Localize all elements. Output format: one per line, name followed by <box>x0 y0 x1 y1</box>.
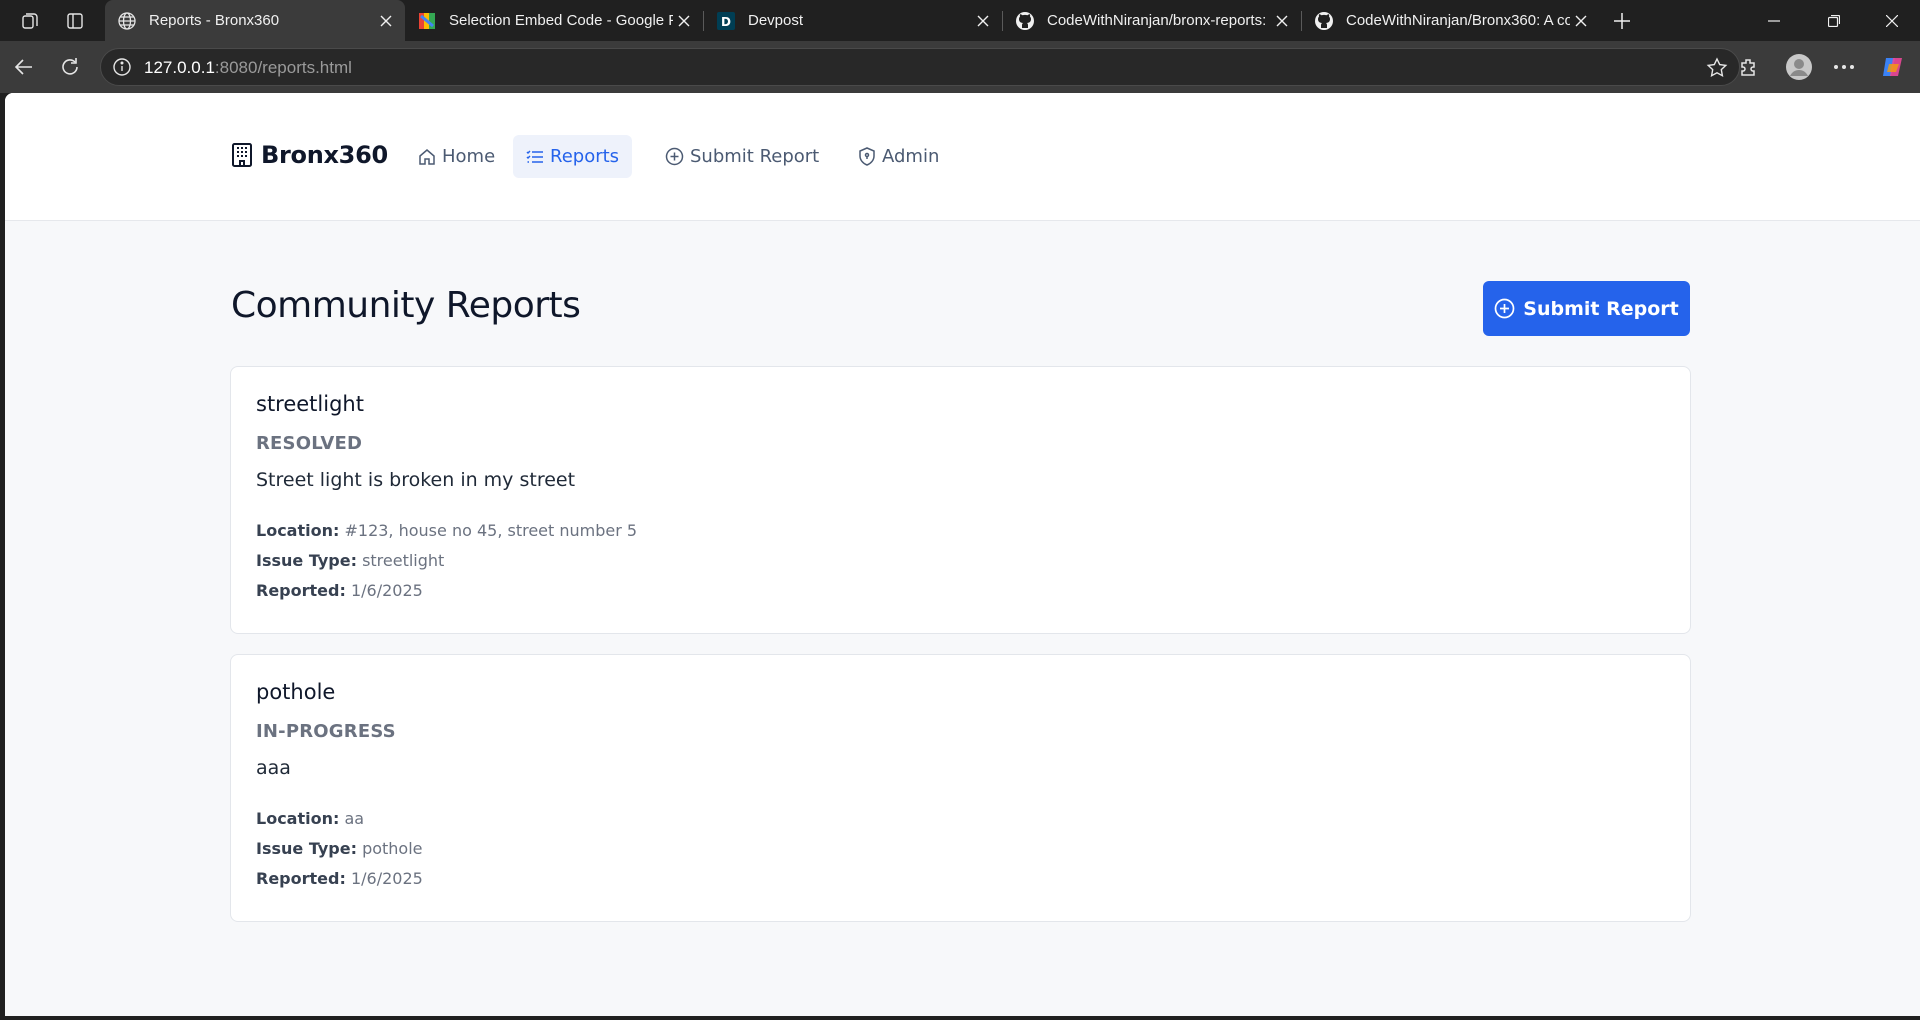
google-icon <box>417 11 437 31</box>
tab-title: CodeWithNiranjan/Bronx360: A co <box>1346 12 1570 29</box>
devpost-icon: D <box>716 11 736 31</box>
reported-value: 1/6/2025 <box>350 581 423 600</box>
favorite-star-icon[interactable] <box>1705 56 1729 80</box>
site-navbar: Bronx360 Home Reports Submit Report Admi… <box>5 93 1920 221</box>
plus-circle-icon <box>1494 298 1515 319</box>
restore-icon[interactable] <box>1806 0 1862 41</box>
svg-text:D: D <box>721 15 731 29</box>
close-window-icon[interactable] <box>1864 0 1920 41</box>
report-location: Location: #123, house no 45, street numb… <box>256 521 637 540</box>
issue-type-label: Issue Type: <box>256 839 357 858</box>
nav-admin[interactable]: Admin <box>845 135 952 178</box>
home-icon <box>419 148 435 165</box>
close-icon[interactable] <box>1570 10 1592 32</box>
back-icon[interactable] <box>8 51 40 83</box>
url-host: 127.0.0.1 <box>144 58 215 77</box>
status-badge: RESOLVED <box>256 433 363 454</box>
tab-github-bronx360[interactable]: CodeWithNiranjan/Bronx360: A co <box>1302 0 1600 41</box>
issue-type-value: pothole <box>362 839 423 858</box>
workspaces-icon[interactable] <box>17 8 43 34</box>
nav-submit-report-label: Submit Report <box>690 146 820 167</box>
refresh-icon[interactable] <box>54 51 86 83</box>
brand-logo[interactable]: Bronx360 <box>231 141 388 169</box>
tab-devpost[interactable]: D Devpost <box>704 0 1002 41</box>
address-bar[interactable]: 127.0.0.1:8080/reports.html <box>100 48 1740 86</box>
nav-reports-label: Reports <box>550 146 620 167</box>
more-icon[interactable] <box>1828 51 1860 83</box>
page-viewport: Bronx360 Home Reports Submit Report Admi… <box>5 93 1920 1016</box>
github-icon <box>1015 11 1035 31</box>
url-text: 127.0.0.1:8080/reports.html <box>144 58 352 78</box>
tab-title: Selection Embed Code - Google F <box>449 12 673 29</box>
report-title: pothole <box>256 680 336 704</box>
report-card: pothole IN-PROGRESS aaa Location: aa Iss… <box>230 654 1691 922</box>
reported-value: 1/6/2025 <box>350 869 423 888</box>
location-value: aa <box>344 809 365 828</box>
new-tab-icon[interactable] <box>1609 8 1635 34</box>
report-date: Reported: 1/6/2025 <box>256 869 423 888</box>
building-icon <box>231 142 253 168</box>
plus-circle-icon <box>665 147 684 166</box>
location-label: Location: <box>256 521 340 540</box>
nav-submit-report[interactable]: Submit Report <box>652 135 832 178</box>
report-description: Street light is broken in my street <box>256 469 576 491</box>
report-issue-type: Issue Type: streetlight <box>256 551 444 570</box>
issue-type-value: streetlight <box>362 551 445 570</box>
report-date: Reported: 1/6/2025 <box>256 581 423 600</box>
tab-title: CodeWithNiranjan/bronx-reports: <box>1047 12 1267 29</box>
list-icon <box>526 149 543 163</box>
nav-reports[interactable]: Reports <box>513 135 633 178</box>
location-value: #123, house no 45, street number 5 <box>344 521 638 540</box>
globe-icon <box>117 11 137 31</box>
report-title: streetlight <box>256 392 364 416</box>
vertical-tabs-icon[interactable] <box>62 8 88 34</box>
close-icon[interactable] <box>1271 10 1293 32</box>
tab-google-forms[interactable]: Selection Embed Code - Google F <box>405 0 703 41</box>
reported-label: Reported: <box>256 581 346 600</box>
status-badge: IN-PROGRESS <box>256 721 396 742</box>
report-card: streetlight RESOLVED Street light is bro… <box>230 366 1691 634</box>
tab-reports[interactable]: Reports - Bronx360 <box>105 0 405 41</box>
nav-home-label: Home <box>442 146 496 167</box>
profile-avatar[interactable] <box>1783 51 1815 83</box>
tab-title: Devpost <box>748 12 804 29</box>
tab-title: Reports - Bronx360 <box>149 12 280 29</box>
site-info-icon[interactable] <box>112 57 132 77</box>
tab-github-bronx-reports[interactable]: CodeWithNiranjan/bronx-reports: <box>1003 0 1301 41</box>
nav-admin-label: Admin <box>882 146 940 167</box>
submit-report-label: Submit Report <box>1523 297 1679 320</box>
location-label: Location: <box>256 809 340 828</box>
report-location: Location: aa <box>256 809 364 828</box>
url-path: :8080/reports.html <box>214 58 352 77</box>
page-title: Community Reports <box>231 285 581 326</box>
close-icon[interactable] <box>972 10 994 32</box>
issue-type-label: Issue Type: <box>256 551 357 570</box>
brand-name: Bronx360 <box>261 141 388 169</box>
shield-icon <box>859 147 875 166</box>
minimize-icon[interactable] <box>1746 0 1802 41</box>
nav-home[interactable]: Home <box>405 135 508 178</box>
copilot-icon[interactable] <box>1877 51 1909 83</box>
close-icon[interactable] <box>375 10 397 32</box>
github-icon <box>1314 11 1334 31</box>
browser-tabstrip: Reports - Bronx360 Selection Embed Code … <box>0 0 1920 41</box>
close-icon[interactable] <box>673 10 695 32</box>
report-issue-type: Issue Type: pothole <box>256 839 423 858</box>
reported-label: Reported: <box>256 869 346 888</box>
report-description: aaa <box>256 757 291 779</box>
submit-report-button[interactable]: Submit Report <box>1483 281 1690 336</box>
